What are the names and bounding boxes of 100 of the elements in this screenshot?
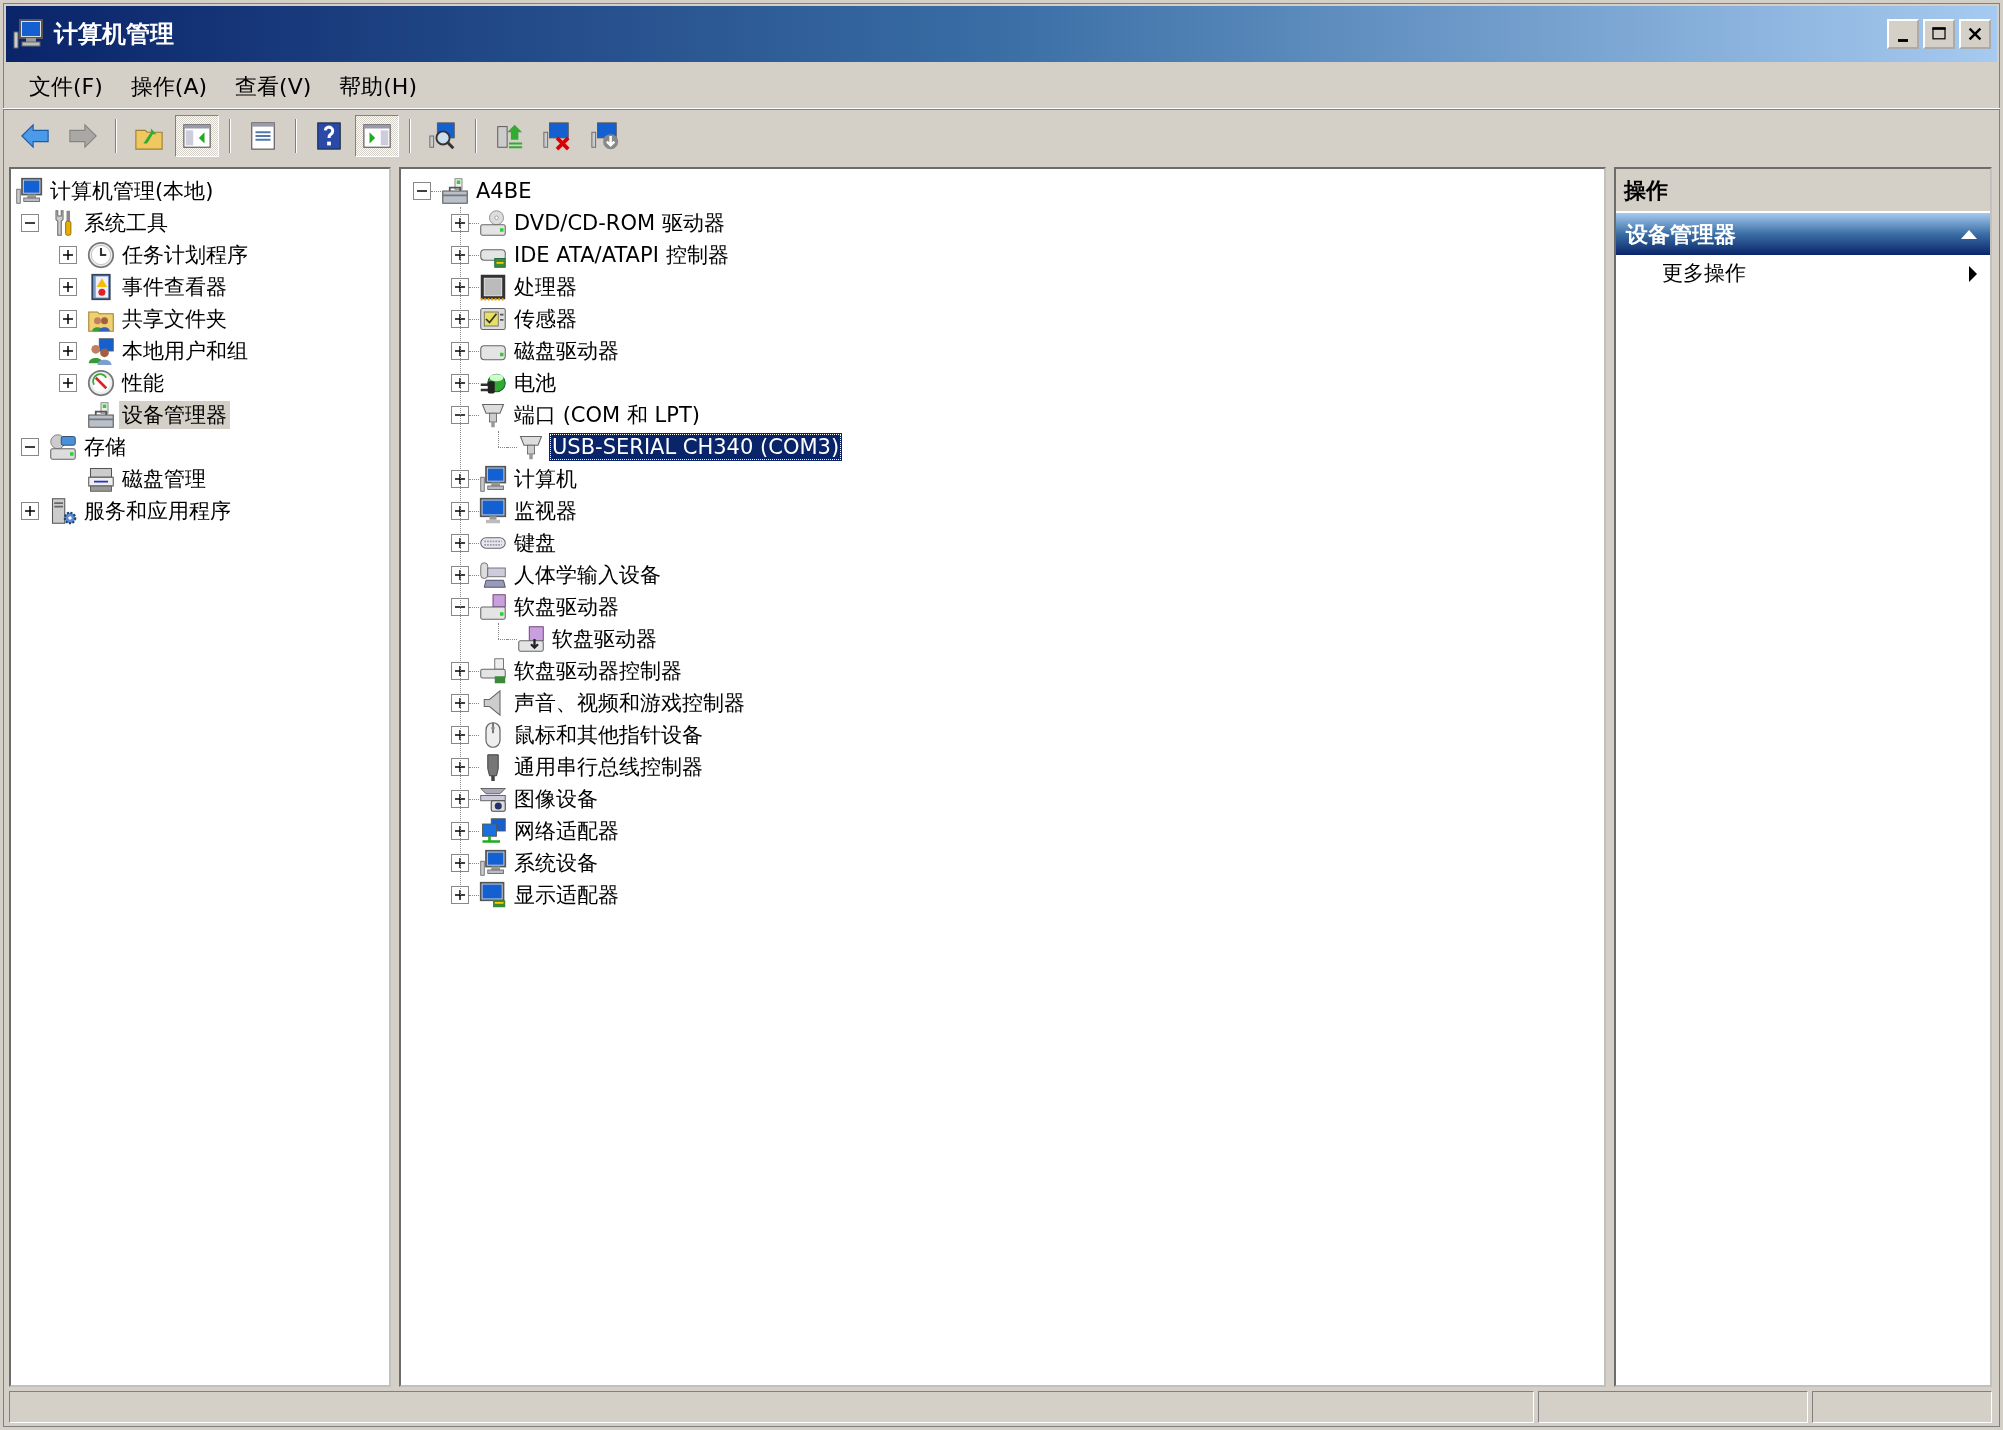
computer-icon — [479, 849, 507, 877]
display-adapter-icon — [479, 881, 507, 909]
connector-icon — [479, 401, 507, 429]
expand-icon[interactable] — [451, 886, 469, 904]
expand-icon[interactable] — [59, 374, 77, 392]
console-tree-button[interactable] — [175, 115, 219, 157]
pane-header: 操作 — [1616, 169, 1990, 213]
tree-item[interactable]: USB-SERIAL CH340 (COM3) — [549, 433, 843, 461]
collapse-icon[interactable] — [413, 182, 431, 200]
tree-item[interactable]: A4BE — [473, 177, 535, 205]
close-button[interactable] — [1959, 19, 1991, 49]
tree-item[interactable]: 共享文件夹 — [119, 305, 230, 333]
tree-item[interactable]: 设备管理器 — [119, 401, 230, 429]
collapse-icon[interactable] — [451, 598, 469, 616]
tree-item[interactable]: 图像设备 — [511, 785, 601, 813]
expand-icon[interactable] — [451, 726, 469, 744]
close-icon — [1966, 25, 1984, 43]
window-title: 计算机管理 — [54, 19, 175, 50]
users-icon — [87, 337, 115, 365]
monitor-icon — [479, 497, 507, 525]
tree-item[interactable]: 鼠标和其他指针设备 — [511, 721, 706, 749]
clock-icon — [87, 241, 115, 269]
tree-item[interactable]: 软盘驱动器控制器 — [511, 657, 685, 685]
expand-icon[interactable] — [451, 758, 469, 776]
expand-icon[interactable] — [59, 246, 77, 264]
expand-icon[interactable] — [451, 342, 469, 360]
expand-icon[interactable] — [451, 854, 469, 872]
tree-item[interactable]: 性能 — [119, 369, 167, 397]
expand-icon[interactable] — [451, 470, 469, 488]
minimize-icon — [1898, 38, 1908, 42]
tree-item[interactable]: 软盘驱动器 — [549, 625, 660, 653]
expand-icon[interactable] — [451, 310, 469, 328]
monitor-down-icon — [590, 121, 620, 151]
minimize-button[interactable] — [1887, 19, 1919, 49]
tree-item[interactable]: 通用串行总线控制器 — [511, 753, 706, 781]
magnifier-icon — [428, 121, 458, 151]
tree-item[interactable]: 系统工具 — [81, 209, 171, 237]
maximize-button[interactable] — [1923, 19, 1955, 49]
toolbox-icon — [87, 401, 115, 429]
tree-item[interactable]: 系统设备 — [511, 849, 601, 877]
tree-item[interactable]: 计算机 — [511, 465, 580, 493]
tree-item[interactable]: 本地用户和组 — [119, 337, 251, 365]
tree-item[interactable]: 软盘驱动器 — [511, 593, 622, 621]
action-pane-button[interactable] — [355, 115, 399, 157]
server-icon — [49, 497, 77, 525]
tree-item[interactable]: DVD/CD-ROM 驱动器 — [511, 209, 728, 237]
collapse-icon[interactable] — [21, 438, 39, 456]
computer-icon — [479, 465, 507, 493]
tree-item[interactable]: 传感器 — [511, 305, 580, 333]
tree-item[interactable]: 电池 — [511, 369, 559, 397]
tree-item[interactable]: 人体学输入设备 — [511, 561, 664, 589]
expand-icon[interactable] — [59, 342, 77, 360]
menu-item[interactable]: 文件(F) — [17, 68, 115, 105]
chip-icon — [479, 273, 507, 301]
computer-icon — [12, 18, 44, 50]
help-icon — [314, 121, 344, 151]
tree-item[interactable]: 存储 — [81, 433, 129, 461]
expand-icon[interactable] — [21, 502, 39, 520]
tree-item[interactable]: 键盘 — [511, 529, 559, 557]
floppy-drive-icon — [479, 657, 507, 685]
expand-icon[interactable] — [451, 790, 469, 808]
expand-icon[interactable] — [451, 566, 469, 584]
expand-icon[interactable] — [451, 246, 469, 264]
expand-icon[interactable] — [451, 214, 469, 232]
section-title: 设备管理器 — [1626, 220, 1736, 249]
menu-item[interactable]: 帮助(H) — [327, 68, 429, 105]
tree-item[interactable]: 显示适配器 — [511, 881, 622, 909]
toolbox-icon — [441, 177, 469, 205]
monitor-cross-icon — [542, 121, 572, 151]
computer-icon — [15, 177, 43, 205]
tree-item[interactable]: 磁盘驱动器 — [511, 337, 622, 365]
sensor-icon — [479, 305, 507, 333]
menu-item[interactable]: 操作(A) — [118, 68, 220, 105]
expand-icon[interactable] — [451, 694, 469, 712]
tree-item[interactable]: 服务和应用程序 — [81, 497, 234, 525]
menu-item[interactable]: 查看(V) — [223, 68, 324, 105]
section-header[interactable]: 设备管理器 — [1616, 213, 1990, 255]
gamepad-icon — [479, 561, 507, 589]
tree-item[interactable]: 端口 (COM 和 LPT) — [511, 401, 703, 429]
expand-icon[interactable] — [451, 502, 469, 520]
expand-icon[interactable] — [59, 310, 77, 328]
tree-item[interactable]: 计算机管理(本地) — [47, 177, 217, 205]
expand-icon[interactable] — [451, 662, 469, 680]
tree-item[interactable]: 处理器 — [511, 273, 580, 301]
collapse-icon[interactable] — [451, 406, 469, 424]
tree-item[interactable]: 事件查看器 — [119, 273, 230, 301]
network-icon — [479, 817, 507, 845]
tree-item[interactable]: 网络适配器 — [511, 817, 622, 845]
expand-icon[interactable] — [451, 278, 469, 296]
collapse-icon[interactable] — [21, 214, 39, 232]
expand-icon[interactable] — [451, 822, 469, 840]
expand-icon[interactable] — [59, 278, 77, 296]
tree-item[interactable]: 监视器 — [511, 497, 580, 525]
tree-item[interactable]: 任务计划程序 — [119, 241, 251, 269]
tree-item[interactable]: 磁盘管理 — [119, 465, 209, 493]
expand-icon[interactable] — [451, 534, 469, 552]
tree-item[interactable]: IDE ATA/ATAPI 控制器 — [511, 241, 732, 269]
tree-item[interactable]: 声音、视频和游戏控制器 — [511, 689, 748, 717]
action-item[interactable]: 更多操作 — [1616, 255, 1990, 293]
expand-icon[interactable] — [451, 374, 469, 392]
